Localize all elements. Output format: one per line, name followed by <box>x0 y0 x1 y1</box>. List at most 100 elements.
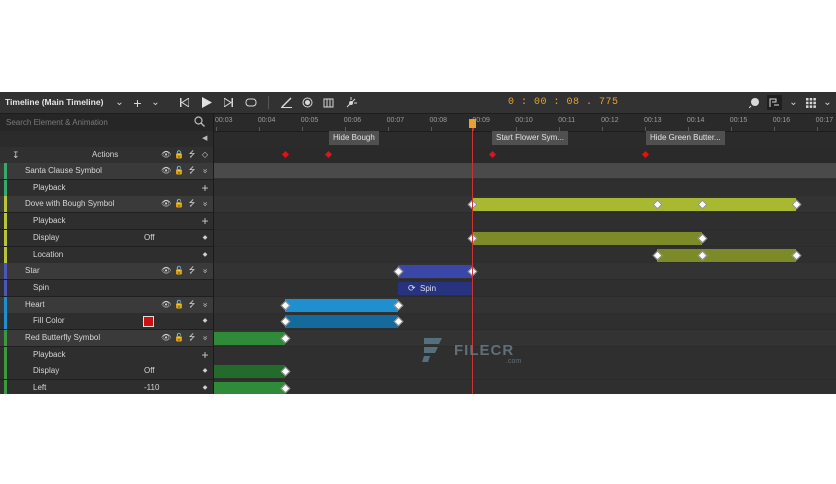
element-row[interactable]: Red Butterfly Symbol 👁 🔓 ⭍» <box>0 330 213 347</box>
action-label[interactable]: Hide Green Butter... <box>646 131 725 145</box>
add-keyframe-icon[interactable]: + <box>200 213 210 229</box>
property-row[interactable]: Playback + <box>0 179 213 197</box>
lightning-icon[interactable]: ⭍ <box>187 263 197 279</box>
property-row[interactable]: Spin <box>0 279 213 297</box>
search-icon[interactable] <box>194 116 205 129</box>
add-keyframe-icon[interactable]: + <box>200 180 210 196</box>
time-ruler[interactable]: 00:03 00:04 00:05 00:06 00:07 00:08 00:09 00:10… <box>214 114 836 132</box>
property-row[interactable]: Fill Color ◆ <box>0 313 213 331</box>
keyframe-diamond-icon[interactable]: ◆ <box>200 363 210 379</box>
property-name: Spin <box>33 282 50 292</box>
eye-icon[interactable]: 👁 <box>161 163 171 179</box>
eye-icon[interactable]: 👁 <box>161 196 171 212</box>
heart-fill-color-bar[interactable] <box>285 315 398 329</box>
unlock-icon[interactable]: 🔓 <box>174 330 184 346</box>
expand-chevrons-icon[interactable]: » <box>197 266 213 276</box>
star-animation-bar[interactable] <box>398 265 472 279</box>
track-lane[interactable] <box>214 346 836 363</box>
element-row[interactable]: Star 👁 🔓 ⭍» <box>0 263 213 281</box>
keyframe-diamond-icon[interactable]: ◆ <box>200 230 210 246</box>
expand-chevrons-icon[interactable]: » <box>197 333 213 343</box>
action-label[interactable]: Hide Bough <box>329 131 379 145</box>
eye-icon[interactable]: 👁 <box>161 263 171 279</box>
expand-chevrons-icon[interactable]: » <box>197 166 213 176</box>
actions-lane[interactable] <box>214 147 836 163</box>
add-icon[interactable]: + <box>130 95 145 111</box>
dove-animation-bar[interactable] <box>472 198 796 212</box>
unlock-icon[interactable]: 🔓 <box>174 297 184 313</box>
ruler-tick-label: 00:12 <box>601 117 619 124</box>
loop-icon[interactable] <box>243 95 258 110</box>
action-label[interactable]: Start Flower Sym... <box>492 131 569 145</box>
record-icon[interactable] <box>300 95 315 110</box>
dove-location-bar[interactable] <box>657 248 796 262</box>
collapse-row: ◀ <box>0 131 213 147</box>
track-lane[interactable] <box>214 330 836 346</box>
snap-icon[interactable] <box>767 95 782 110</box>
timecode-display[interactable]: 0 : 00 : 08 . 775 <box>508 92 619 113</box>
lightning-icon[interactable]: ⭍ <box>187 330 197 346</box>
element-row[interactable]: Santa Clause Symbol 👁 🔓 ⭍» <box>0 163 213 180</box>
pin-icon[interactable]: ↧ <box>12 147 20 163</box>
lightning-icon[interactable]: ⭍ <box>187 297 197 313</box>
butterfly-left-bar[interactable] <box>214 382 285 394</box>
keyframe-diamond-icon[interactable]: ◇ <box>200 147 210 163</box>
lock-icon[interactable]: 🔒 <box>174 147 184 163</box>
unlock-icon[interactable]: 🔓 <box>174 263 184 279</box>
fill-color-swatch[interactable] <box>143 316 154 328</box>
track-lane[interactable] <box>214 263 836 280</box>
pause-split-icon[interactable] <box>321 95 336 110</box>
go-to-start-icon[interactable] <box>177 95 192 110</box>
unlock-icon[interactable]: 🔓 <box>174 196 184 212</box>
property-row[interactable]: Location ◆ <box>0 246 213 264</box>
actions-row[interactable]: ↧ Actions 👁 🔒 ⭍ ◇ <box>0 147 213 163</box>
dove-display-bar[interactable] <box>472 231 702 245</box>
lightning-icon[interactable]: ⭍ <box>187 163 197 179</box>
chevron-down-icon[interactable]: ⌄ <box>112 95 127 110</box>
keyframe-diamond-icon[interactable]: ◆ <box>200 380 210 394</box>
go-to-end-icon[interactable] <box>221 95 236 110</box>
butterfly-display-bar[interactable] <box>214 365 285 379</box>
property-value[interactable]: -110 <box>144 380 159 394</box>
lightning-icon[interactable]: ⭍ <box>187 196 197 212</box>
keyframe-diamond-icon[interactable]: ◆ <box>200 247 210 263</box>
property-value[interactable]: Off <box>144 363 155 379</box>
eye-icon[interactable]: 👁 <box>161 147 171 163</box>
chevron-down-icon[interactable]: ⌄ <box>786 95 801 110</box>
eye-icon[interactable]: 👁 <box>161 297 171 313</box>
playhead-handle[interactable] <box>469 119 476 128</box>
property-row[interactable]: Playback + <box>0 346 213 364</box>
track-lane[interactable] <box>214 179 836 196</box>
track-lane[interactable] <box>214 363 836 380</box>
eye-icon[interactable]: 👁 <box>161 330 171 346</box>
keyframe-diamond-icon[interactable]: ◆ <box>200 313 210 329</box>
collapse-arrow-icon[interactable]: ◀ <box>202 131 207 147</box>
track-lane[interactable] <box>214 380 836 394</box>
onion-skin-icon[interactable] <box>747 95 762 110</box>
chevron-down-icon[interactable]: ⌄ <box>148 95 163 110</box>
element-row[interactable]: Dove with Bough Symbol 👁 🔓 ⭍» <box>0 196 213 214</box>
butterfly-animation-bar[interactable] <box>214 332 285 345</box>
lightning-icon[interactable]: ⭍ <box>187 147 197 163</box>
property-row[interactable]: Left -110 ◆ <box>0 380 213 394</box>
unlock-icon[interactable]: 🔓 <box>174 163 184 179</box>
easing-icon[interactable] <box>343 95 358 110</box>
track-lane[interactable] <box>214 279 836 296</box>
star-spin-bar[interactable]: ⟳ Spin <box>398 281 472 295</box>
property-row[interactable]: Display Off ◆ <box>0 363 213 381</box>
track-lane[interactable] <box>214 213 836 230</box>
chevron-down-icon[interactable]: ⌄ <box>820 95 835 110</box>
property-row[interactable]: Display Off ◆ <box>0 229 213 247</box>
search-input[interactable] <box>6 116 186 129</box>
pen-icon[interactable] <box>279 95 294 110</box>
expand-chevrons-icon[interactable]: » <box>197 300 213 310</box>
element-row[interactable]: Heart 👁 🔓 ⭍» <box>0 296 213 314</box>
grid-icon[interactable] <box>803 95 818 110</box>
add-keyframe-icon[interactable]: + <box>200 347 210 363</box>
heart-animation-bar[interactable] <box>285 298 398 312</box>
expand-chevrons-icon[interactable]: » <box>197 199 213 209</box>
property-row[interactable]: Playback + <box>0 213 213 231</box>
play-icon[interactable] <box>199 95 214 110</box>
toolbar-divider <box>268 96 269 109</box>
property-value[interactable]: Off <box>144 230 155 246</box>
